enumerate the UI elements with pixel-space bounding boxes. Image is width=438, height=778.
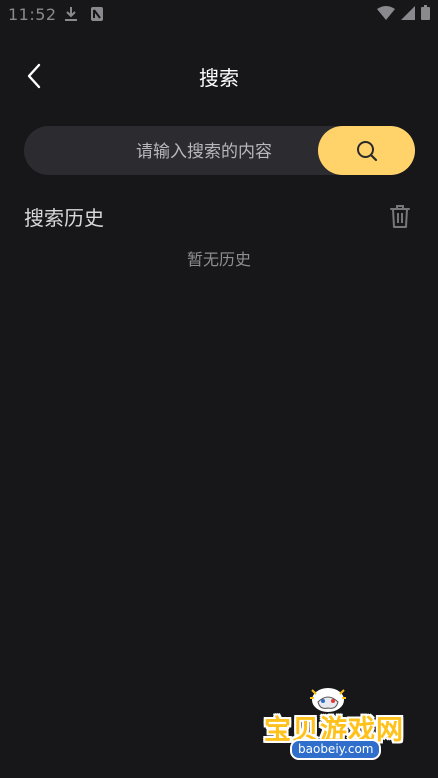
signal-icon: [401, 5, 415, 24]
search-button[interactable]: [318, 126, 415, 175]
wifi-icon: [377, 5, 395, 24]
clear-history-button[interactable]: [388, 203, 412, 229]
search-input[interactable]: [134, 126, 338, 177]
search-screen: 11:52 搜索 请输入搜索的内容 搜索历史 暂无历史 宝贝游戏网 baobei…: [0, 0, 438, 778]
status-right-icons: [377, 5, 430, 24]
search-bar: [24, 126, 415, 177]
watermark-logo: 宝贝游戏网 baobeiy.com: [258, 684, 408, 774]
empty-history-text: 暂无历史: [186, 250, 251, 269]
page-title: 搜索: [199, 66, 239, 90]
status-left-icons: [64, 6, 104, 26]
notification-icon: [90, 6, 104, 26]
search-history-title: 搜索历史: [24, 206, 104, 230]
status-time: 11:52: [8, 5, 57, 24]
search-icon: [356, 140, 377, 161]
download-icon: [64, 6, 78, 26]
watermark-url: baobeiy.com: [290, 739, 382, 760]
battery-icon: [421, 5, 430, 24]
status-bar: 11:52: [0, 0, 438, 30]
trash-icon: [390, 205, 410, 228]
